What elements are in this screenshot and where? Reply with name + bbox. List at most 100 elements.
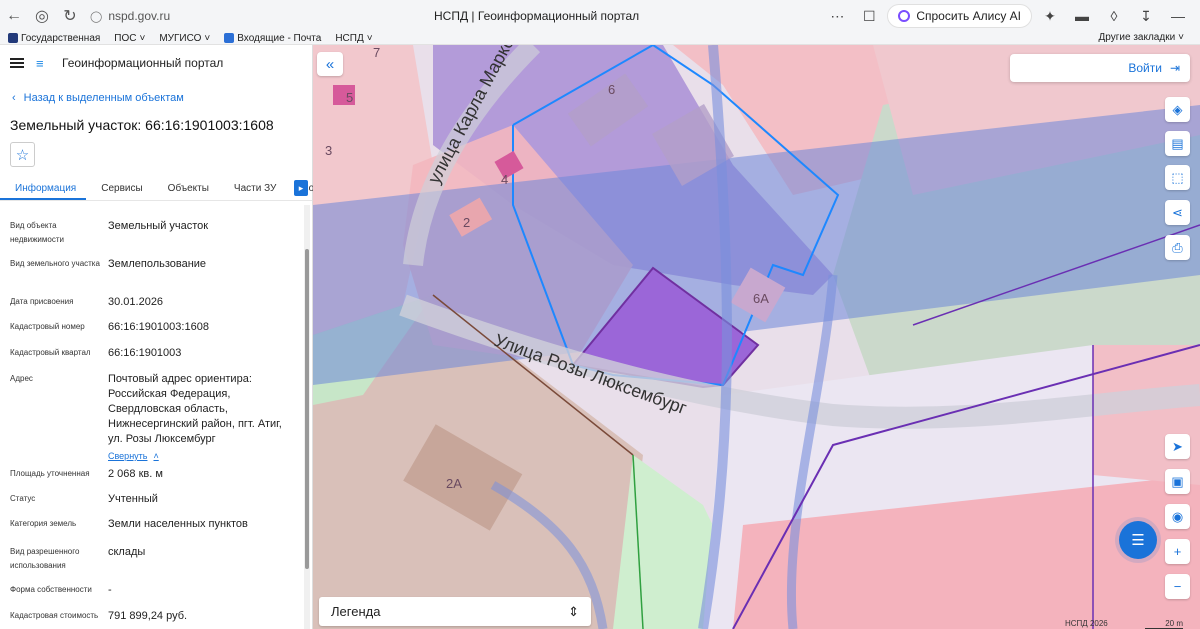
- sidebar-scrollbar[interactable]: [304, 205, 310, 629]
- house-number: 7: [373, 45, 380, 60]
- info-sidebar: ≡ Геоинформационный портал ‹ Назад к выд…: [0, 45, 335, 629]
- downloads-icon[interactable]: ↧: [1132, 2, 1160, 30]
- other-bookmarks[interactable]: Другие закладки ˅: [1099, 32, 1184, 43]
- geolocation-button[interactable]: ◉: [1165, 504, 1190, 529]
- back-to-selected-link[interactable]: ‹ Назад к выделенным объектам: [12, 92, 184, 104]
- property-row: Форма собственности -: [10, 584, 112, 596]
- chevron-down-icon: ˅: [1178, 32, 1184, 43]
- geolocation-icon: ◉: [1171, 508, 1184, 524]
- back-arrow-icon[interactable]: ←: [0, 2, 28, 30]
- sort-arrows-icon: ⇕: [568, 603, 579, 619]
- house-number: 6А: [753, 291, 769, 306]
- tab-info[interactable]: Информация: [0, 175, 87, 200]
- star-icon: ☆: [15, 146, 30, 164]
- property-row: Кадастровый квартал 66:16:1901003: [10, 347, 182, 359]
- share-button[interactable]: ⋖: [1165, 200, 1190, 225]
- pink-zone: [1093, 345, 1200, 485]
- chevron-down-icon: ˅: [204, 32, 211, 44]
- tab-bar: Информация Сервисы Объекты Части ЗУ Сост…: [0, 175, 335, 201]
- tabs-next-icon[interactable]: ▸: [294, 180, 308, 196]
- chevron-up-icon: ˄: [153, 451, 159, 461]
- chevron-down-icon: ˅: [366, 32, 373, 44]
- browser-toolbar: ← ◎ ↻ ◯ nspd.gov.ru НСПД | Геоинформацио…: [0, 0, 1200, 32]
- login-button[interactable]: Войти ⇥: [1010, 54, 1190, 82]
- property-row: Вид разрешенного использования склады: [10, 546, 146, 570]
- bookmark-item[interactable]: МУГИСО ˅: [159, 33, 210, 44]
- chevron-left-icon: ‹: [12, 92, 16, 104]
- property-row: Статус Учтенный: [10, 493, 158, 505]
- collapse-panel-button[interactable]: «: [317, 52, 343, 76]
- property-row: Площадь уточненная 2 068 кв. м: [10, 468, 163, 480]
- minus-icon: −: [1173, 579, 1182, 594]
- chat-icon: ☰: [1131, 532, 1145, 549]
- copyright: НСПД 2026: [1065, 619, 1108, 628]
- url-text: nspd.gov.ru: [108, 9, 171, 23]
- ruler-icon: ▤: [1171, 135, 1184, 151]
- house-number: 3: [325, 143, 332, 158]
- plus-icon: +: [1173, 544, 1182, 559]
- property-row: Дата присвоения 30.01.2026: [10, 296, 164, 308]
- legend-dropdown[interactable]: Легенда ⇕: [319, 597, 591, 626]
- extension-icon[interactable]: ✦: [1036, 2, 1064, 30]
- property-row: Адрес Почтовый адрес ориентира: Российск…: [10, 372, 300, 462]
- more-icon[interactable]: ⋯: [823, 2, 851, 30]
- bookmarks-bar: Государственная ПОС ˅ МУГИСО ˅ Входящие - …: [0, 32, 1200, 45]
- yandex-icon[interactable]: ◎: [28, 2, 56, 30]
- chat-button[interactable]: ☰: [1119, 521, 1157, 559]
- alice-label: Спросить Алису AI: [916, 9, 1021, 23]
- site-info-icon[interactable]: ◯: [90, 10, 102, 23]
- layers-icon: ◈: [1172, 101, 1183, 117]
- collapse-link[interactable]: Свернуть ˄: [108, 449, 288, 464]
- property-row: Вид земельного участка Землепользование: [10, 258, 207, 270]
- locate-button[interactable]: ➤: [1165, 434, 1190, 459]
- tab-objects[interactable]: Объекты: [153, 175, 219, 200]
- bookmark-icon[interactable]: ☐: [855, 2, 883, 30]
- zoom-in-button[interactable]: +: [1165, 539, 1190, 564]
- tab-parts[interactable]: Части ЗУ: [219, 175, 286, 200]
- alice-icon: [898, 10, 911, 22]
- print-button[interactable]: ⎙: [1165, 235, 1190, 260]
- zoom-out-button[interactable]: −: [1165, 574, 1190, 599]
- scale-bar: 20 m: [1145, 619, 1183, 629]
- minimize-icon[interactable]: —: [1164, 2, 1192, 30]
- house-number: 2: [463, 215, 470, 230]
- logo-icon: ≡: [36, 56, 44, 71]
- page-title: Земельный участок: 66:16:1901003:1608: [10, 117, 274, 133]
- chevron-down-icon: ˅: [139, 32, 146, 44]
- scroll-thumb[interactable]: [305, 249, 309, 569]
- reload-icon[interactable]: ↻: [56, 2, 84, 30]
- property-row: Вид объекта недвижимости Земельный участ…: [10, 220, 209, 244]
- double-chevron-left-icon: «: [325, 55, 335, 73]
- house-number: 4: [501, 172, 508, 187]
- navigate-icon: ➤: [1172, 438, 1183, 454]
- wallet-icon[interactable]: ▬: [1068, 2, 1096, 30]
- minimap-button[interactable]: ▣: [1165, 469, 1190, 494]
- alice-button[interactable]: Спросить Алису AI: [887, 4, 1032, 28]
- house-number: 5: [346, 90, 353, 105]
- property-row: Категория земель Земли населенных пункто…: [10, 518, 248, 530]
- map-view[interactable]: улица Карла Маркса Улица Розы Люксембург…: [313, 45, 1200, 629]
- gov-icon: [8, 33, 18, 43]
- select-area-button[interactable]: ⬚: [1165, 165, 1190, 190]
- layers-button[interactable]: ◈: [1165, 97, 1190, 122]
- property-row: Кадастровая стоимость 791 899,24 руб.: [10, 610, 188, 622]
- mail-icon: [224, 33, 235, 43]
- bookmark-item[interactable]: ПОС ˅: [114, 33, 145, 44]
- property-row: Кадастровый номер 66:16:1901003:1608: [10, 321, 209, 333]
- app-title: Геоинформационный портал: [62, 56, 224, 70]
- tab-services[interactable]: Сервисы: [86, 175, 152, 200]
- minimap-icon: ▣: [1171, 473, 1184, 489]
- bookmark-item[interactable]: Входящие - Почта: [224, 33, 321, 44]
- share-icon: ⋖: [1172, 204, 1183, 220]
- address-bar[interactable]: ◯ nspd.gov.ru: [90, 9, 420, 23]
- bookmark-item[interactable]: НСПД ˅: [335, 33, 372, 44]
- login-icon: ⇥: [1169, 61, 1180, 75]
- favorite-button[interactable]: ☆: [10, 142, 35, 167]
- house-number: 2А: [446, 476, 462, 491]
- menu-icon[interactable]: [10, 58, 24, 68]
- bookmark-item[interactable]: Государственная: [8, 33, 100, 44]
- puzzle-icon[interactable]: ◊: [1100, 2, 1128, 30]
- properties-list: Вид объекта недвижимости Земельный участ…: [0, 209, 302, 629]
- map-canvas[interactable]: улица Карла Маркса Улица Розы Люксембург…: [313, 45, 1200, 629]
- ruler-button[interactable]: ▤: [1165, 131, 1190, 156]
